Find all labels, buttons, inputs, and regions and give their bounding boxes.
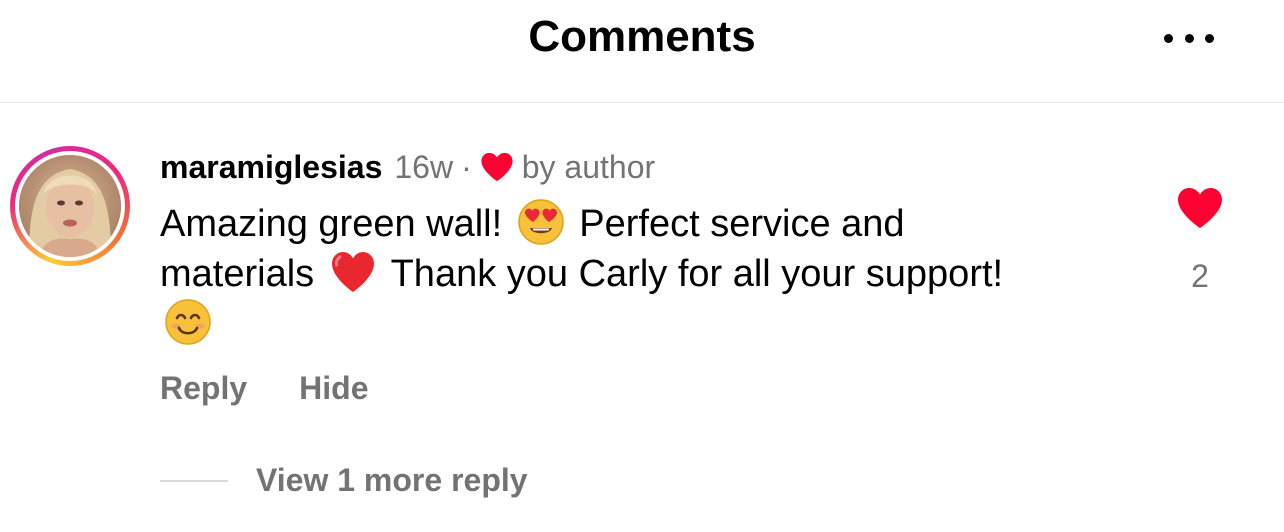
comment: maramiglesias 16w · by author Amazing gr… [160,144,1100,348]
comment-text-part: Amazing green wall! [160,203,503,245]
reply-thread-line [160,479,228,482]
heart-eyes-emoji-icon [517,199,564,245]
more-horizontal-icon[interactable] [1164,30,1214,46]
comment-text: Amazing green wall! Perfect service and … [160,198,1060,348]
avatar-photo [19,155,121,257]
comment-meta: maramiglesias 16w · by author [160,144,1100,190]
timestamp: 16w [394,149,454,185]
comment-actions: Reply Hide [160,370,368,407]
view-more-replies-button[interactable]: View 1 more reply [160,462,528,499]
comments-header: Comments [0,0,1284,103]
view-more-replies-label: View 1 more reply [256,462,528,498]
author-badge: by author [521,149,656,185]
smiling-face-emoji-icon [165,299,211,345]
author-heart-icon [481,152,513,182]
red-heart-emoji-icon [331,252,374,292]
like-column: 2 [1170,186,1230,295]
reply-button[interactable]: Reply [160,370,247,407]
username-link[interactable]: maramiglesias [160,144,382,190]
avatar[interactable] [10,146,130,266]
comment-text-part: Thank you Carly for all your support! [390,253,1004,295]
page-title: Comments [528,12,756,61]
meta-separator: · [461,149,472,185]
like-heart-icon[interactable] [1176,186,1224,230]
hide-button[interactable]: Hide [299,370,368,407]
like-count: 2 [1191,258,1209,294]
